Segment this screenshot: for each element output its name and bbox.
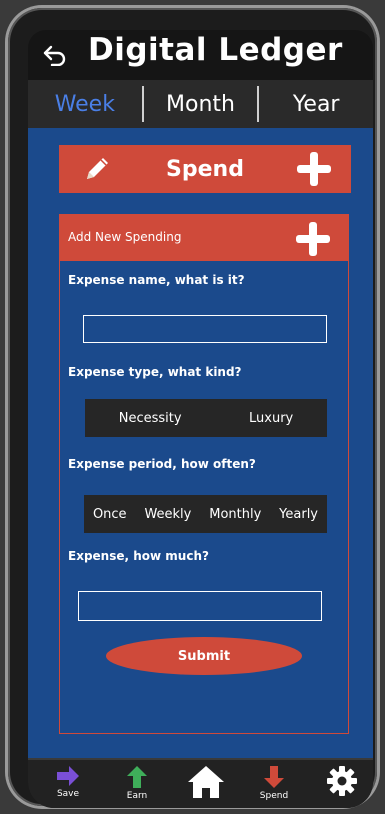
tab-year[interactable]: Year <box>257 86 373 122</box>
expense-name-label: Expense name, what is it? <box>68 273 245 287</box>
period-option-monthly[interactable]: Monthly <box>209 507 261 522</box>
back-icon[interactable] <box>42 44 68 66</box>
nav-save[interactable]: Save <box>46 764 90 808</box>
plus-icon[interactable] <box>295 150 333 188</box>
expense-amount-input[interactable] <box>78 591 322 621</box>
main-panel: Spend Add New Spending Expense name, wha… <box>28 128 373 758</box>
nav-spend-label: Spend <box>259 791 289 801</box>
period-option-weekly[interactable]: Weekly <box>144 507 191 522</box>
title-bar: Digital Ledger <box>28 30 373 80</box>
bottom-nav: Save Earn Spend <box>28 758 373 808</box>
plus-icon[interactable] <box>294 220 332 258</box>
earn-arrow-icon <box>127 766 147 788</box>
nav-save-label: Save <box>56 789 80 799</box>
expense-type-label: Expense type, what kind? <box>68 365 242 379</box>
save-arrow-icon <box>57 766 79 786</box>
tab-week[interactable]: Week <box>28 80 142 128</box>
phone-frame: Digital Ledger Week Month Year Spend Add… <box>8 8 377 808</box>
period-option-yearly[interactable]: Yearly <box>279 507 318 522</box>
spend-arrow-icon <box>264 766 284 788</box>
nav-spend[interactable]: Spend <box>252 764 296 808</box>
spend-bar[interactable]: Spend <box>59 145 351 193</box>
type-option-necessity[interactable]: Necessity <box>119 411 182 426</box>
expense-name-input[interactable] <box>83 315 327 343</box>
expense-period-selector: Once Weekly Monthly Yearly <box>84 495 327 533</box>
app-title: Digital Ledger <box>88 32 343 68</box>
add-spending-card: Add New Spending Expense name, what is i… <box>59 214 349 734</box>
home-icon <box>188 766 224 798</box>
nav-home[interactable] <box>184 764 228 808</box>
nav-settings[interactable] <box>320 764 364 808</box>
expense-amount-label: Expense, how much? <box>68 549 209 563</box>
expense-type-selector: Necessity Luxury <box>85 399 327 437</box>
gear-icon <box>327 766 357 796</box>
app-screen: Digital Ledger Week Month Year Spend Add… <box>28 30 373 808</box>
nav-earn-label: Earn <box>126 791 148 801</box>
period-tabs: Week Month Year <box>28 80 373 128</box>
expense-period-label: Expense period, how often? <box>68 457 256 471</box>
tab-month[interactable]: Month <box>141 86 258 122</box>
spend-label: Spend <box>166 156 244 182</box>
nav-earn[interactable]: Earn <box>115 764 159 808</box>
type-option-luxury[interactable]: Luxury <box>249 411 293 426</box>
period-option-once[interactable]: Once <box>93 507 127 522</box>
submit-button[interactable]: Submit <box>106 637 302 675</box>
card-title: Add New Spending <box>68 230 182 244</box>
pencil-icon <box>87 158 108 179</box>
card-header: Add New Spending <box>60 215 348 261</box>
